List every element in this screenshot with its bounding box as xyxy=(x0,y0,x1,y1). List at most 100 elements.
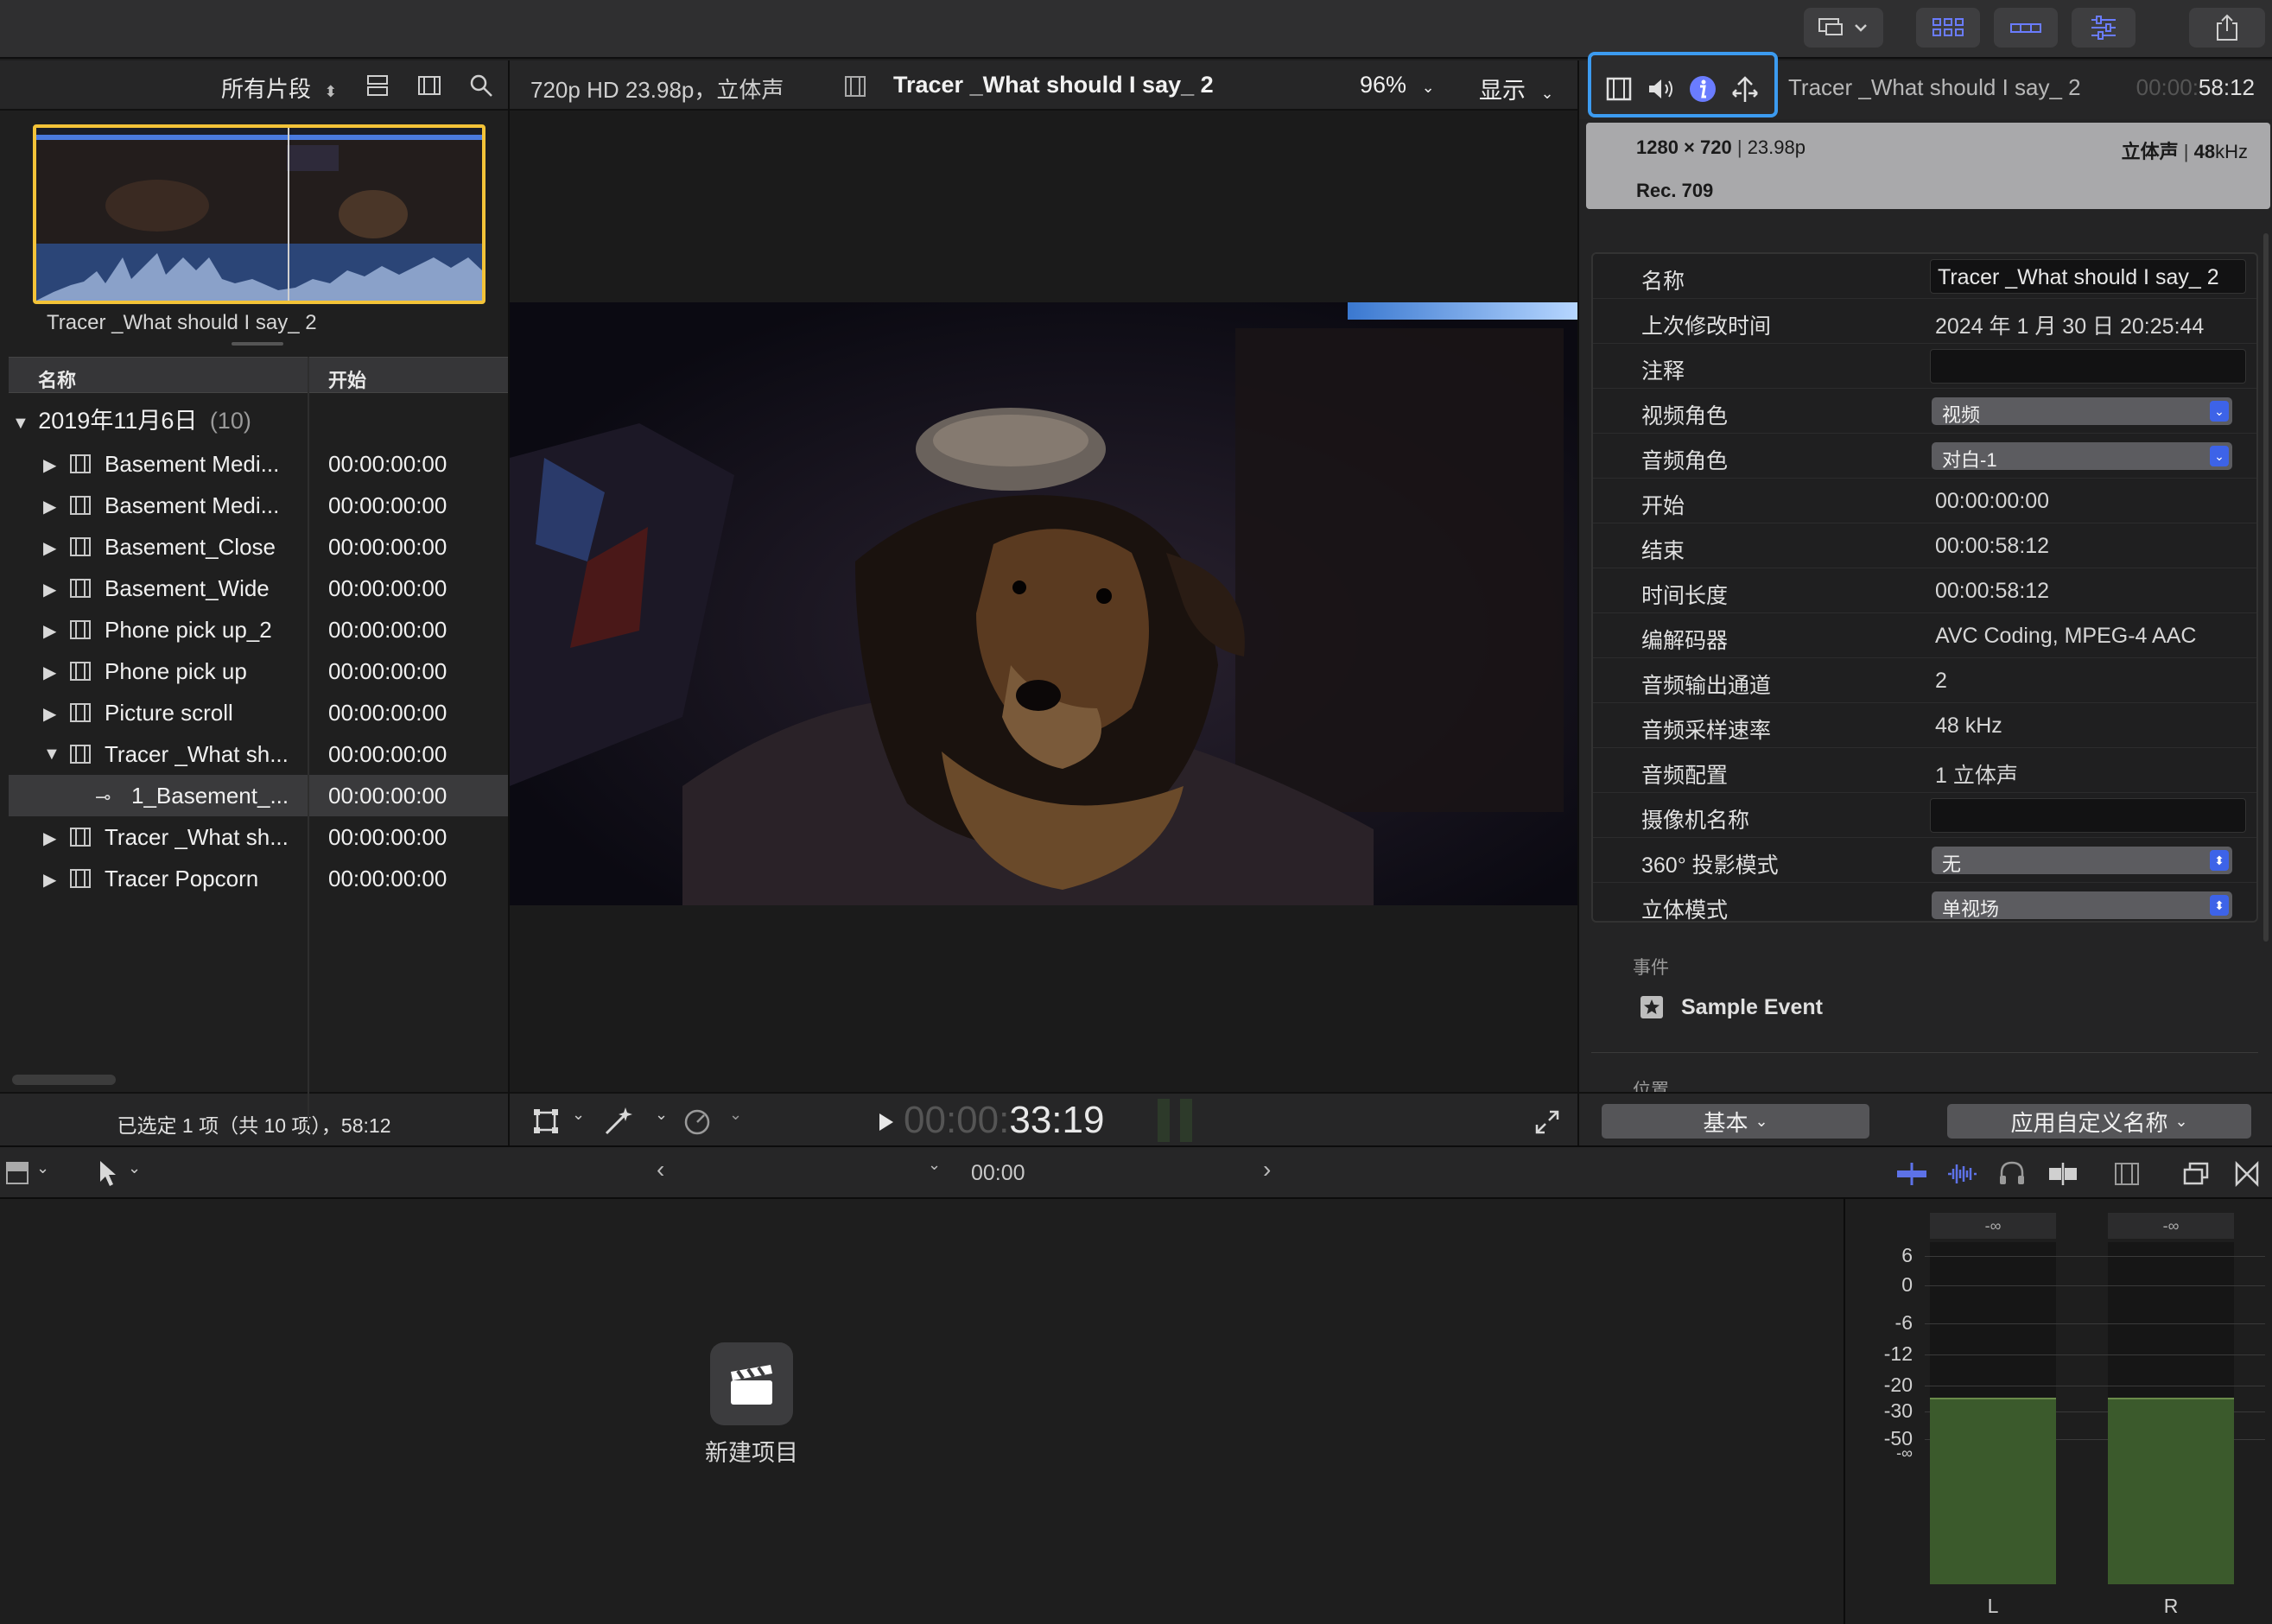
chevron-down-icon[interactable]: ⌄ xyxy=(729,1106,742,1124)
clip-list-row[interactable]: ▶ Picture scroll 00:00:00:00 xyxy=(9,692,508,733)
display-menu[interactable]: 显示 ⌄ xyxy=(1479,72,1554,105)
disclosure-closed-icon[interactable]: ▶ xyxy=(43,579,56,600)
browser-scrollbar[interactable] xyxy=(12,1075,116,1085)
video-frame[interactable] xyxy=(510,302,1577,905)
chevron-down-icon: ⌄ xyxy=(2210,401,2229,422)
chevron-down-icon[interactable]: ⌄ xyxy=(655,1106,668,1124)
audio-role-select[interactable]: 对白-1 ⌄ xyxy=(1932,442,2232,471)
retime-speed-icon[interactable] xyxy=(682,1107,712,1137)
filmstrip-resize-handle[interactable] xyxy=(232,342,283,346)
clip-list-row[interactable]: ▶ Phone pick up_2 00:00:00:00 xyxy=(9,609,508,650)
clip-list-row[interactable]: ▶ Basement Medi... 00:00:00:00 xyxy=(9,485,508,526)
share-button[interactable] xyxy=(2189,8,2265,48)
prop-value: 2024 年 1 月 30 日 20:25:44 xyxy=(1935,314,2205,339)
event-group-row[interactable]: ▼ 2019年11月6日 (10) xyxy=(12,402,251,435)
clip-film-icon xyxy=(70,620,91,639)
clip-name: Tracer _What sh... xyxy=(105,741,289,767)
inspector-scrollbar[interactable] xyxy=(2263,233,2269,942)
notes-field[interactable] xyxy=(1930,349,2246,384)
index-panel-icon[interactable] xyxy=(5,1161,31,1187)
clip-start-time: 00:00:00:00 xyxy=(328,783,447,809)
share-inspector-tab-icon[interactable] xyxy=(1729,74,1761,105)
search-icon[interactable] xyxy=(468,73,494,98)
summary-sample-rate-unit: kHz xyxy=(2215,141,2248,162)
column-name-header[interactable]: 名称 xyxy=(38,365,76,393)
chevron-down-icon[interactable]: ⌄ xyxy=(36,1159,49,1177)
chevron-down-icon[interactable]: ⌄ xyxy=(928,1156,941,1174)
camera-name-field[interactable] xyxy=(1930,798,2246,833)
clip-filter-menu[interactable]: 所有片段 ⬍ xyxy=(221,72,337,104)
disclosure-closed-icon[interactable]: ▶ xyxy=(43,869,56,891)
chevron-right-icon[interactable]: › xyxy=(1263,1156,1271,1183)
metadata-view-menu[interactable]: 基本 ⌄ xyxy=(1602,1104,1869,1139)
peak-readout-right: -∞ xyxy=(2108,1213,2234,1239)
selected-clip-filmstrip[interactable] xyxy=(33,124,485,304)
disclosure-closed-icon[interactable]: ▶ xyxy=(43,662,56,683)
name-field[interactable]: Tracer _What should I say_ 2 xyxy=(1930,259,2246,294)
list-column-header: 名称 开始 xyxy=(9,357,508,393)
timeline-icon xyxy=(2010,23,2041,33)
column-start-header[interactable]: 开始 xyxy=(328,365,366,393)
effects-browser-icon[interactable] xyxy=(2182,1161,2210,1187)
clip-appearance-filmstrip-icon[interactable] xyxy=(2113,1161,2141,1187)
summary-frame-rate: 23.98p xyxy=(1747,136,1806,158)
video-audio-skimming-icon[interactable] xyxy=(1895,1161,1928,1187)
projection-mode-select[interactable]: 无 ⬍ xyxy=(1932,847,2232,875)
stereo-mode-select[interactable]: 单视场 ⬍ xyxy=(1932,891,2232,920)
new-project-button[interactable] xyxy=(710,1342,793,1425)
disclosure-closed-icon[interactable]: ▶ xyxy=(43,537,56,559)
timecode-dim-part: 00:00: xyxy=(904,1099,1010,1141)
play-icon[interactable] xyxy=(878,1113,895,1132)
disclosure-open-icon[interactable]: ▼ xyxy=(12,414,29,433)
disclosure-closed-icon[interactable]: ▶ xyxy=(43,828,56,849)
inspector-toggle-button[interactable] xyxy=(2072,8,2136,48)
select-arrow-tool-icon[interactable] xyxy=(97,1159,119,1189)
prop-row-stereo: 立体模式 单视场 ⬍ xyxy=(1593,883,2256,928)
name-field-value: Tracer _What should I say_ 2 xyxy=(1938,265,2219,289)
clip-list-row[interactable]: ▶ Phone pick up 00:00:00:00 xyxy=(9,650,508,692)
prop-label: 上次修改时间 xyxy=(1641,314,1772,339)
browser-toggle-button[interactable] xyxy=(1916,8,1980,48)
audio-meters: -∞ -∞ L R 6 0 -6 -12 -20 -30 -50 -∞ xyxy=(1844,1199,2272,1624)
prop-row-duration: 时间长度 00:00:58:12 xyxy=(1593,568,2256,613)
clip-list-row[interactable]: ▼ Tracer _What sh... 00:00:00:00 xyxy=(9,733,508,775)
timeline-toggle-button[interactable] xyxy=(1994,8,2058,48)
disclosure-closed-icon[interactable]: ▶ xyxy=(43,496,56,517)
clip-list-row[interactable]: ▶ Basement Medi... 00:00:00:00 xyxy=(9,443,508,485)
fullscreen-icon[interactable] xyxy=(1534,1109,1560,1135)
chevron-down-icon[interactable]: ⌄ xyxy=(128,1159,141,1177)
video-role-select[interactable]: 视频 ⌄ xyxy=(1932,397,2232,426)
zoom-menu[interactable]: 96% ⌄ xyxy=(1360,72,1435,98)
chevron-left-icon[interactable]: ‹ xyxy=(657,1156,664,1183)
enhance-magic-wand-icon[interactable] xyxy=(603,1106,634,1137)
filmstrip-icon[interactable] xyxy=(416,73,442,98)
clip-list-row[interactable]: ▶ Tracer _What sh... 00:00:00:00 xyxy=(9,816,508,858)
clip-film-icon xyxy=(70,537,91,556)
apply-custom-name-menu[interactable]: 应用自定义名称 ⌄ xyxy=(1947,1104,2251,1139)
snapping-icon[interactable] xyxy=(2046,1161,2080,1187)
disclosure-open-icon[interactable]: ▼ xyxy=(43,745,60,764)
timeline-area[interactable]: 新建项目 xyxy=(0,1199,1844,1624)
audio-inspector-tab-icon[interactable] xyxy=(1647,76,1676,102)
transform-crop-icon[interactable] xyxy=(532,1107,560,1135)
disclosure-closed-icon[interactable]: ▶ xyxy=(43,703,56,725)
clip-list-row[interactable]: ▶ Basement_Close 00:00:00:00 xyxy=(9,526,508,568)
video-inspector-tab-icon[interactable] xyxy=(1605,76,1633,102)
select-value: 视频 xyxy=(1942,404,1981,426)
prop-row-name: 名称 Tracer _What should I say_ 2 xyxy=(1593,254,2256,299)
prop-row-start: 开始 00:00:00:00 xyxy=(1593,479,2256,523)
clip-appearance-icon[interactable] xyxy=(365,73,390,98)
clip-list-row[interactable]: ⊸ 1_Basement_... 00:00:00:00 xyxy=(9,775,508,816)
viewer-timecode[interactable]: 00:00:33:19 xyxy=(904,1099,1104,1142)
clip-list-row[interactable]: ▶ Tracer Popcorn 00:00:00:00 xyxy=(9,858,508,899)
headphones-solo-icon[interactable] xyxy=(1997,1159,2027,1187)
chevron-down-icon[interactable]: ⌄ xyxy=(572,1106,585,1124)
prop-row-modified: 上次修改时间 2024 年 1 月 30 日 20:25:44 xyxy=(1593,299,2256,344)
info-inspector-tab-icon[interactable] xyxy=(1688,74,1717,104)
workspace-menu-button[interactable] xyxy=(1804,8,1883,48)
audio-skimming-icon[interactable] xyxy=(1945,1161,1978,1187)
disclosure-closed-icon[interactable]: ▶ xyxy=(43,620,56,642)
clip-list-row[interactable]: ▶ Basement_Wide 00:00:00:00 xyxy=(9,568,508,609)
transitions-browser-icon[interactable] xyxy=(2234,1161,2260,1187)
disclosure-closed-icon[interactable]: ▶ xyxy=(43,454,56,476)
